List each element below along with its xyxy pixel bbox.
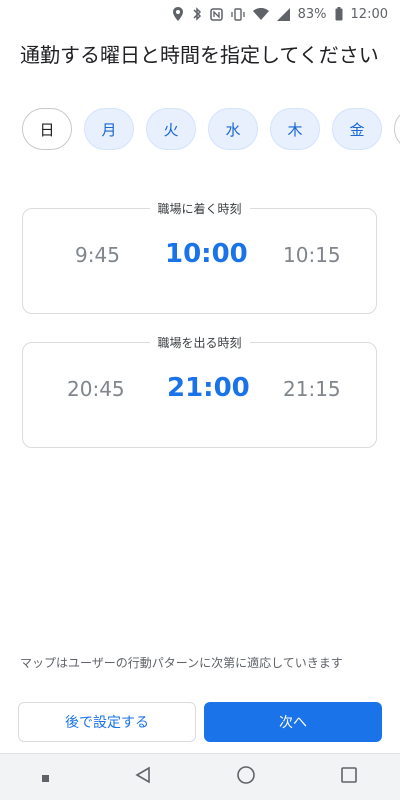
overview-icon[interactable]	[340, 766, 358, 788]
footer-note: マップはユーザーの行動パターンに次第に適応していきます	[20, 656, 343, 670]
arrive-time-next[interactable]: 10:15	[283, 243, 341, 267]
set-later-button[interactable]: 後で設定する	[18, 702, 196, 742]
signal-icon	[276, 7, 290, 21]
system-nav-bar	[0, 753, 400, 800]
leave-time-prev[interactable]: 20:45	[67, 377, 125, 401]
leave-time-selected[interactable]: 21:00	[167, 373, 250, 403]
battery-percent: 83%	[297, 6, 327, 22]
next-button[interactable]: 次へ	[204, 702, 382, 742]
status-bar: 83% 12:00	[0, 0, 400, 28]
home-icon[interactable]	[236, 765, 256, 789]
nfc-icon	[209, 7, 223, 21]
leave-time-label: 職場を出る時刻	[149, 334, 250, 351]
leave-time-next[interactable]: 21:15	[283, 377, 341, 401]
day-chip-sun[interactable]: 日	[22, 108, 72, 150]
battery-icon	[335, 7, 343, 21]
day-chip-tue[interactable]: 火	[146, 108, 196, 150]
back-icon[interactable]	[134, 766, 152, 788]
day-chip-wed[interactable]: 水	[208, 108, 258, 150]
wifi-icon	[252, 7, 269, 21]
arrive-time-label: 職場に着く時刻	[149, 200, 250, 217]
arrive-time-selected[interactable]: 10:00	[165, 239, 248, 269]
day-chip-sat[interactable]: 土	[394, 108, 400, 150]
page-title: 通勤する曜日と時間を指定してください	[20, 43, 379, 67]
vibrate-icon	[230, 7, 245, 21]
day-chip-thu[interactable]: 木	[270, 108, 320, 150]
location-icon	[172, 7, 184, 21]
arrive-time-prev[interactable]: 9:45	[75, 243, 120, 267]
day-selector: 日 月 火 水 木 金 土	[22, 108, 400, 152]
leave-time-card: 職場を出る時刻 20:45 21:00 21:15	[22, 334, 377, 448]
day-chip-fri[interactable]: 金	[332, 108, 382, 150]
recent-dot-icon[interactable]	[42, 768, 50, 787]
clock: 12:00	[350, 6, 388, 22]
arrive-time-card: 職場に着く時刻 9:45 10:00 10:15	[22, 200, 377, 314]
bluetooth-icon	[192, 7, 202, 21]
day-chip-mon[interactable]: 月	[84, 108, 134, 150]
